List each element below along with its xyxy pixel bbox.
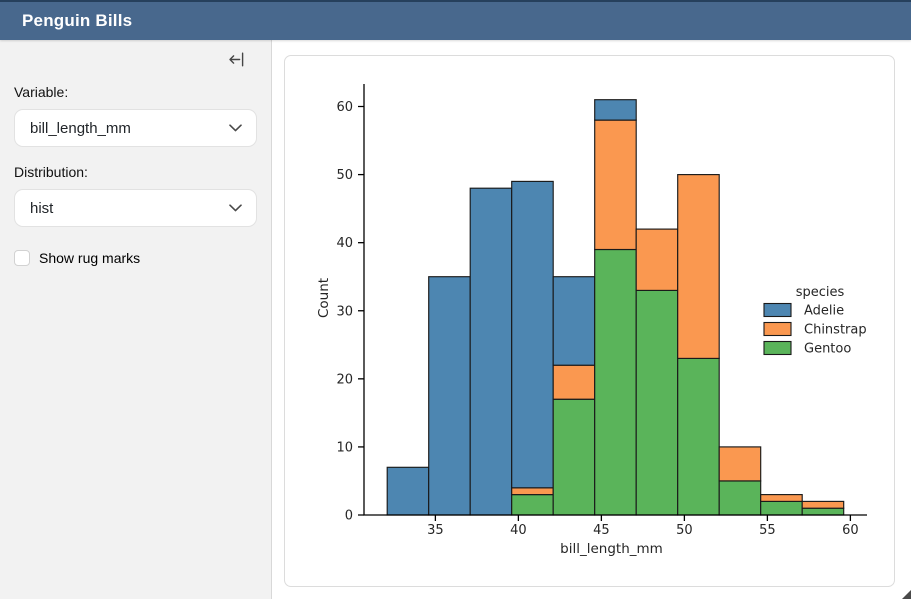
bar-segment-adelie: [387, 467, 429, 515]
arrow-left-to-bar-icon: [229, 52, 244, 67]
distribution-select-value: hist: [30, 200, 53, 217]
page-title: Penguin Bills: [0, 11, 132, 31]
bar-segment-gentoo: [512, 495, 554, 515]
rug-checkbox-label: Show rug marks: [39, 250, 140, 266]
bar-segment-adelie: [429, 277, 471, 515]
content-area: Variable: bill_length_mm Distribution: h…: [0, 40, 911, 599]
bar-segment-gentoo: [636, 290, 678, 515]
main-panel: 0 10 20 30 40 50 60 35 40 45 50 55 60 bill_length_mm C…: [272, 40, 911, 599]
distribution-label: Distribution:: [14, 164, 257, 180]
sidebar-collapse-row: [14, 50, 257, 69]
legend-swatch-chinstrap: [764, 323, 791, 336]
variable-label: Variable:: [14, 84, 257, 100]
bar-segment-gentoo: [595, 250, 637, 516]
chevron-down-icon: [229, 124, 242, 132]
resize-grip[interactable]: [902, 590, 911, 599]
svg-text:45: 45: [593, 523, 610, 538]
svg-text:40: 40: [336, 236, 353, 251]
svg-text:50: 50: [336, 168, 353, 183]
rug-checkbox-row: Show rug marks: [14, 250, 257, 266]
bar-segment-chinstrap: [512, 488, 554, 495]
svg-text:40: 40: [510, 523, 527, 538]
app-window: Penguin Bills Variable: bill_length_mm D…: [0, 0, 911, 599]
bar-segment-adelie: [553, 277, 595, 366]
bar-segment-chinstrap: [595, 120, 637, 249]
svg-text:60: 60: [336, 100, 353, 115]
chart-legend: species Adelie Chinstrap Gentoo: [764, 285, 867, 357]
bar-segment-chinstrap: [678, 175, 720, 359]
svg-text:55: 55: [759, 523, 776, 538]
bar-segment-adelie: [595, 100, 637, 120]
bar-segment-chinstrap: [636, 229, 678, 290]
sidebar: Variable: bill_length_mm Distribution: h…: [0, 40, 272, 599]
legend-swatch-gentoo: [764, 342, 791, 355]
bar-segment-chinstrap: [719, 447, 761, 481]
bar-segment-adelie: [470, 188, 512, 515]
bar-segment-gentoo: [678, 358, 720, 515]
variable-select-value: bill_length_mm: [30, 120, 131, 137]
bar-segment-gentoo: [761, 501, 803, 515]
y-axis-label: Count: [316, 278, 332, 318]
bar-segment-gentoo: [802, 508, 844, 515]
sidebar-collapse-button[interactable]: [227, 50, 246, 69]
legend-swatch-adelie: [764, 304, 791, 317]
svg-text:0: 0: [345, 509, 353, 524]
histogram-plot: 0 10 20 30 40 50 60 35 40 45 50 55 60 bill_length_mm C…: [285, 56, 894, 586]
bar-segment-adelie: [512, 181, 554, 487]
y-axis-ticks: 0 10 20 30 40 50 60: [336, 100, 364, 524]
svg-text:60: 60: [842, 523, 859, 538]
variable-select[interactable]: bill_length_mm: [14, 109, 257, 147]
svg-text:30: 30: [336, 304, 353, 319]
plot-card: 0 10 20 30 40 50 60 35 40 45 50 55 60 bill_length_mm C…: [284, 55, 895, 587]
legend-title: species: [796, 285, 845, 300]
rug-checkbox[interactable]: [14, 250, 30, 266]
legend-label-chinstrap: Chinstrap: [804, 323, 867, 338]
svg-text:20: 20: [336, 372, 353, 387]
x-axis-label: bill_length_mm: [560, 541, 663, 557]
svg-text:10: 10: [336, 440, 353, 455]
legend-label-gentoo: Gentoo: [804, 342, 851, 357]
svg-text:50: 50: [676, 523, 693, 538]
bar-segment-chinstrap: [802, 501, 844, 508]
bar-segment-gentoo: [553, 399, 595, 515]
x-axis-ticks: 35 40 45 50 55 60: [427, 515, 859, 538]
legend-label-adelie: Adelie: [804, 304, 844, 319]
bar-segment-chinstrap: [761, 495, 803, 502]
bar-segment-chinstrap: [553, 365, 595, 399]
chevron-down-icon: [229, 204, 242, 212]
bar-segment-gentoo: [719, 481, 761, 515]
distribution-select[interactable]: hist: [14, 189, 257, 227]
app-header: Penguin Bills: [0, 0, 911, 40]
svg-text:35: 35: [427, 523, 444, 538]
